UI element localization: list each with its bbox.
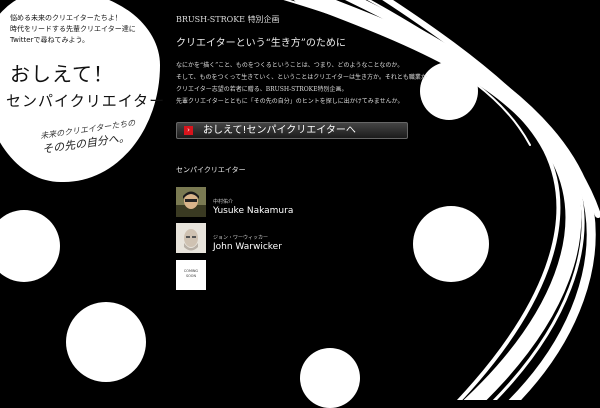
paragraph-line: クリエイター志望の若者に贈る、BRUSH-STROKE特別企画。 <box>176 86 348 93</box>
creator-name-en: John Warwicker <box>213 242 282 252</box>
paragraph-line: なにかを“描く”こと、ものをつくるということは、つまり、どのようなことなのか。 <box>176 62 404 69</box>
intro-copy: 悩める未来のクリエイターたちよ！ 時代をリードする先輩クリエイター達に Twit… <box>10 13 136 46</box>
page-headline: クリエイターという“生き方”のために <box>176 38 346 49</box>
intro-line: 悩める未来のクリエイターたちよ！ <box>10 14 122 22</box>
decor-circle <box>66 302 146 382</box>
decor-circle <box>413 206 489 282</box>
paragraph-line: 先輩クリエイターとともに「その先の自分」のヒントを探しに出かけてみませんか。 <box>176 98 404 105</box>
brand-logo: BRUSH-STROKE 特別企画 <box>176 15 280 24</box>
intro-paragraph: なにかを“描く”こと、ものをつくるということは、つまり、どのようなことなのか。 … <box>176 60 427 108</box>
coming-soon-line: SOON <box>185 274 197 278</box>
section-title: センパイクリエイター <box>176 166 246 174</box>
decor-circle <box>300 348 360 408</box>
creator-name-en: Yusuke Nakamura <box>213 206 294 216</box>
creator-name-jp: 中村佑介 <box>213 199 234 205</box>
intro-line: Twitterで尋ねてみよう。 <box>10 36 90 44</box>
cta-label: おしえて!センパイクリエイターへ <box>203 125 356 136</box>
big-title-line2: センパイクリエイター <box>6 92 166 110</box>
creator-item-yusuke-nakamura[interactable]: 中村佑介 Yusuke Nakamura <box>176 187 396 219</box>
avatar <box>176 187 206 217</box>
decor-circle <box>420 62 478 120</box>
paragraph-line: そして、ものをつくって生きていく、ということはクリエイターは生き方か。それとも職… <box>176 74 427 81</box>
intro-line: 時代をリードする先輩クリエイター達に <box>10 25 136 33</box>
creator-name-jp: ジョン・ワーウィッカー <box>213 235 269 241</box>
ask-senpai-button[interactable]: › おしえて!センパイクリエイターへ <box>176 122 408 139</box>
creator-item-john-warwicker[interactable]: ジョン・ワーウィッカー John Warwicker <box>176 223 396 255</box>
coming-soon-tile: COMING SOON <box>176 260 206 290</box>
avatar <box>176 223 206 253</box>
big-title-line1: おしえて！ <box>10 62 114 86</box>
arrow-right-icon: › <box>184 126 193 135</box>
